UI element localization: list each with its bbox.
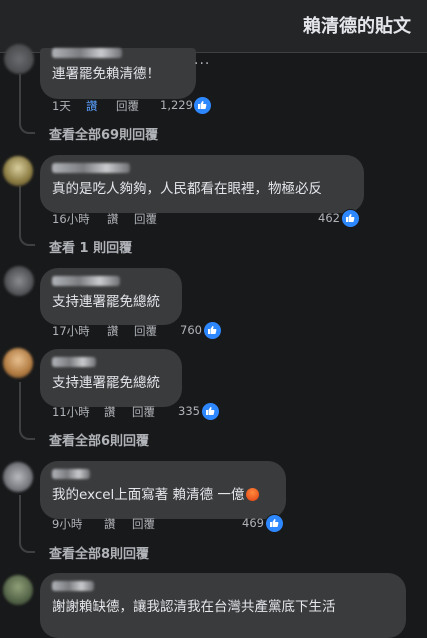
angry-emoji-icon — [246, 488, 260, 501]
like-thumb-icon — [265, 514, 284, 533]
reply-button[interactable]: 回覆 — [134, 323, 157, 339]
comment-text: 支持連署罷免總統 — [52, 294, 160, 310]
comment-meta: 1天 讚 回覆 1,229 — [52, 98, 272, 114]
commenter-name[interactable] — [52, 163, 130, 173]
view-replies-link[interactable]: 查看全部8則回覆 — [49, 543, 149, 562]
commenter-name[interactable] — [52, 357, 96, 367]
comment-meta: 9小時 讚 回覆 469 — [52, 516, 282, 532]
reply-button[interactable]: 回覆 — [132, 516, 155, 532]
comment-text: 我的excel上面寫著 賴清德 一億 — [52, 486, 274, 504]
comment-bubble: 我的excel上面寫著 賴清德 一億 — [40, 461, 286, 519]
comment-bubble: 真的是吃人夠夠，人民都看在眼裡，物極必反 — [40, 155, 364, 213]
reaction-count[interactable]: 469 — [242, 516, 264, 530]
comment-bubble: 支持連署罷免總統 — [40, 268, 182, 325]
comment-time[interactable]: 9小時 — [52, 516, 82, 532]
like-thumb-icon — [203, 321, 222, 340]
thread-line — [19, 495, 35, 553]
avatar[interactable] — [3, 348, 33, 378]
view-replies-link[interactable]: 查看全部6則回覆 — [49, 430, 149, 449]
view-replies-link[interactable]: 查看全部69則回覆 — [49, 124, 158, 143]
avatar[interactable] — [3, 462, 33, 492]
comment-time[interactable]: 1天 — [52, 98, 71, 114]
like-button[interactable]: 讚 — [107, 323, 119, 339]
like-thumb-icon — [341, 209, 360, 228]
comment-meta: 17小時 讚 回覆 760 — [52, 323, 252, 339]
view-replies-link[interactable]: 查看 1 則回覆 — [49, 237, 132, 256]
comment-text: 謝謝賴缺德，讓我認清我在台灣共產黨底下生活 — [52, 599, 336, 615]
more-options-icon[interactable]: ··· — [194, 56, 210, 72]
thread-line — [19, 382, 35, 440]
like-thumb-icon — [201, 402, 220, 421]
like-button[interactable]: 讚 — [107, 211, 119, 227]
reaction-count[interactable]: 1,229 — [160, 98, 193, 112]
like-button[interactable]: 讚 — [86, 98, 98, 114]
avatar[interactable] — [4, 44, 34, 74]
comment-time[interactable]: 11小時 — [52, 404, 90, 420]
post-header: 賴清德的貼文 — [0, 0, 427, 53]
comment-meta: 11小時 讚 回覆 335 — [52, 404, 252, 420]
thread-line — [19, 74, 35, 134]
page-title: 賴清德的貼文 — [303, 16, 411, 37]
reaction-count[interactable]: 760 — [180, 323, 202, 337]
comment-meta: 16小時 讚 回覆 462 — [52, 211, 352, 227]
reaction-count[interactable]: 335 — [178, 404, 200, 418]
commenter-name[interactable] — [52, 48, 122, 58]
comment-bubble: 支持連署罷免總統 — [40, 349, 182, 407]
avatar[interactable] — [3, 156, 33, 186]
comment-time[interactable]: 17小時 — [52, 323, 90, 339]
reply-button[interactable]: 回覆 — [132, 404, 155, 420]
comment-bubble: 謝謝賴缺德，讓我認清我在台灣共產黨底下生活 — [40, 573, 406, 638]
comment-bubble: 連署罷免賴清德！ — [40, 48, 196, 99]
like-button[interactable]: 讚 — [104, 516, 116, 532]
like-button[interactable]: 讚 — [104, 404, 116, 420]
comment-text: 真的是吃人夠夠，人民都看在眼裡，物極必反 — [52, 181, 322, 197]
comment-time[interactable]: 16小時 — [52, 211, 90, 227]
reply-button[interactable]: 回覆 — [134, 211, 157, 227]
reaction-count[interactable]: 462 — [318, 211, 340, 225]
like-thumb-icon — [193, 96, 212, 115]
avatar[interactable] — [3, 575, 33, 605]
commenter-name[interactable] — [52, 469, 90, 479]
comment-text-content: 我的excel上面寫著 賴清德 一億 — [52, 487, 245, 503]
reply-button[interactable]: 回覆 — [116, 98, 139, 114]
comment-text: 支持連署罷免總統 — [52, 375, 160, 391]
avatar[interactable] — [4, 266, 34, 296]
commenter-name[interactable] — [52, 276, 120, 286]
thread-line — [19, 186, 35, 246]
comment-text: 連署罷免賴清德！ — [52, 66, 160, 82]
commenter-name[interactable] — [52, 581, 94, 591]
